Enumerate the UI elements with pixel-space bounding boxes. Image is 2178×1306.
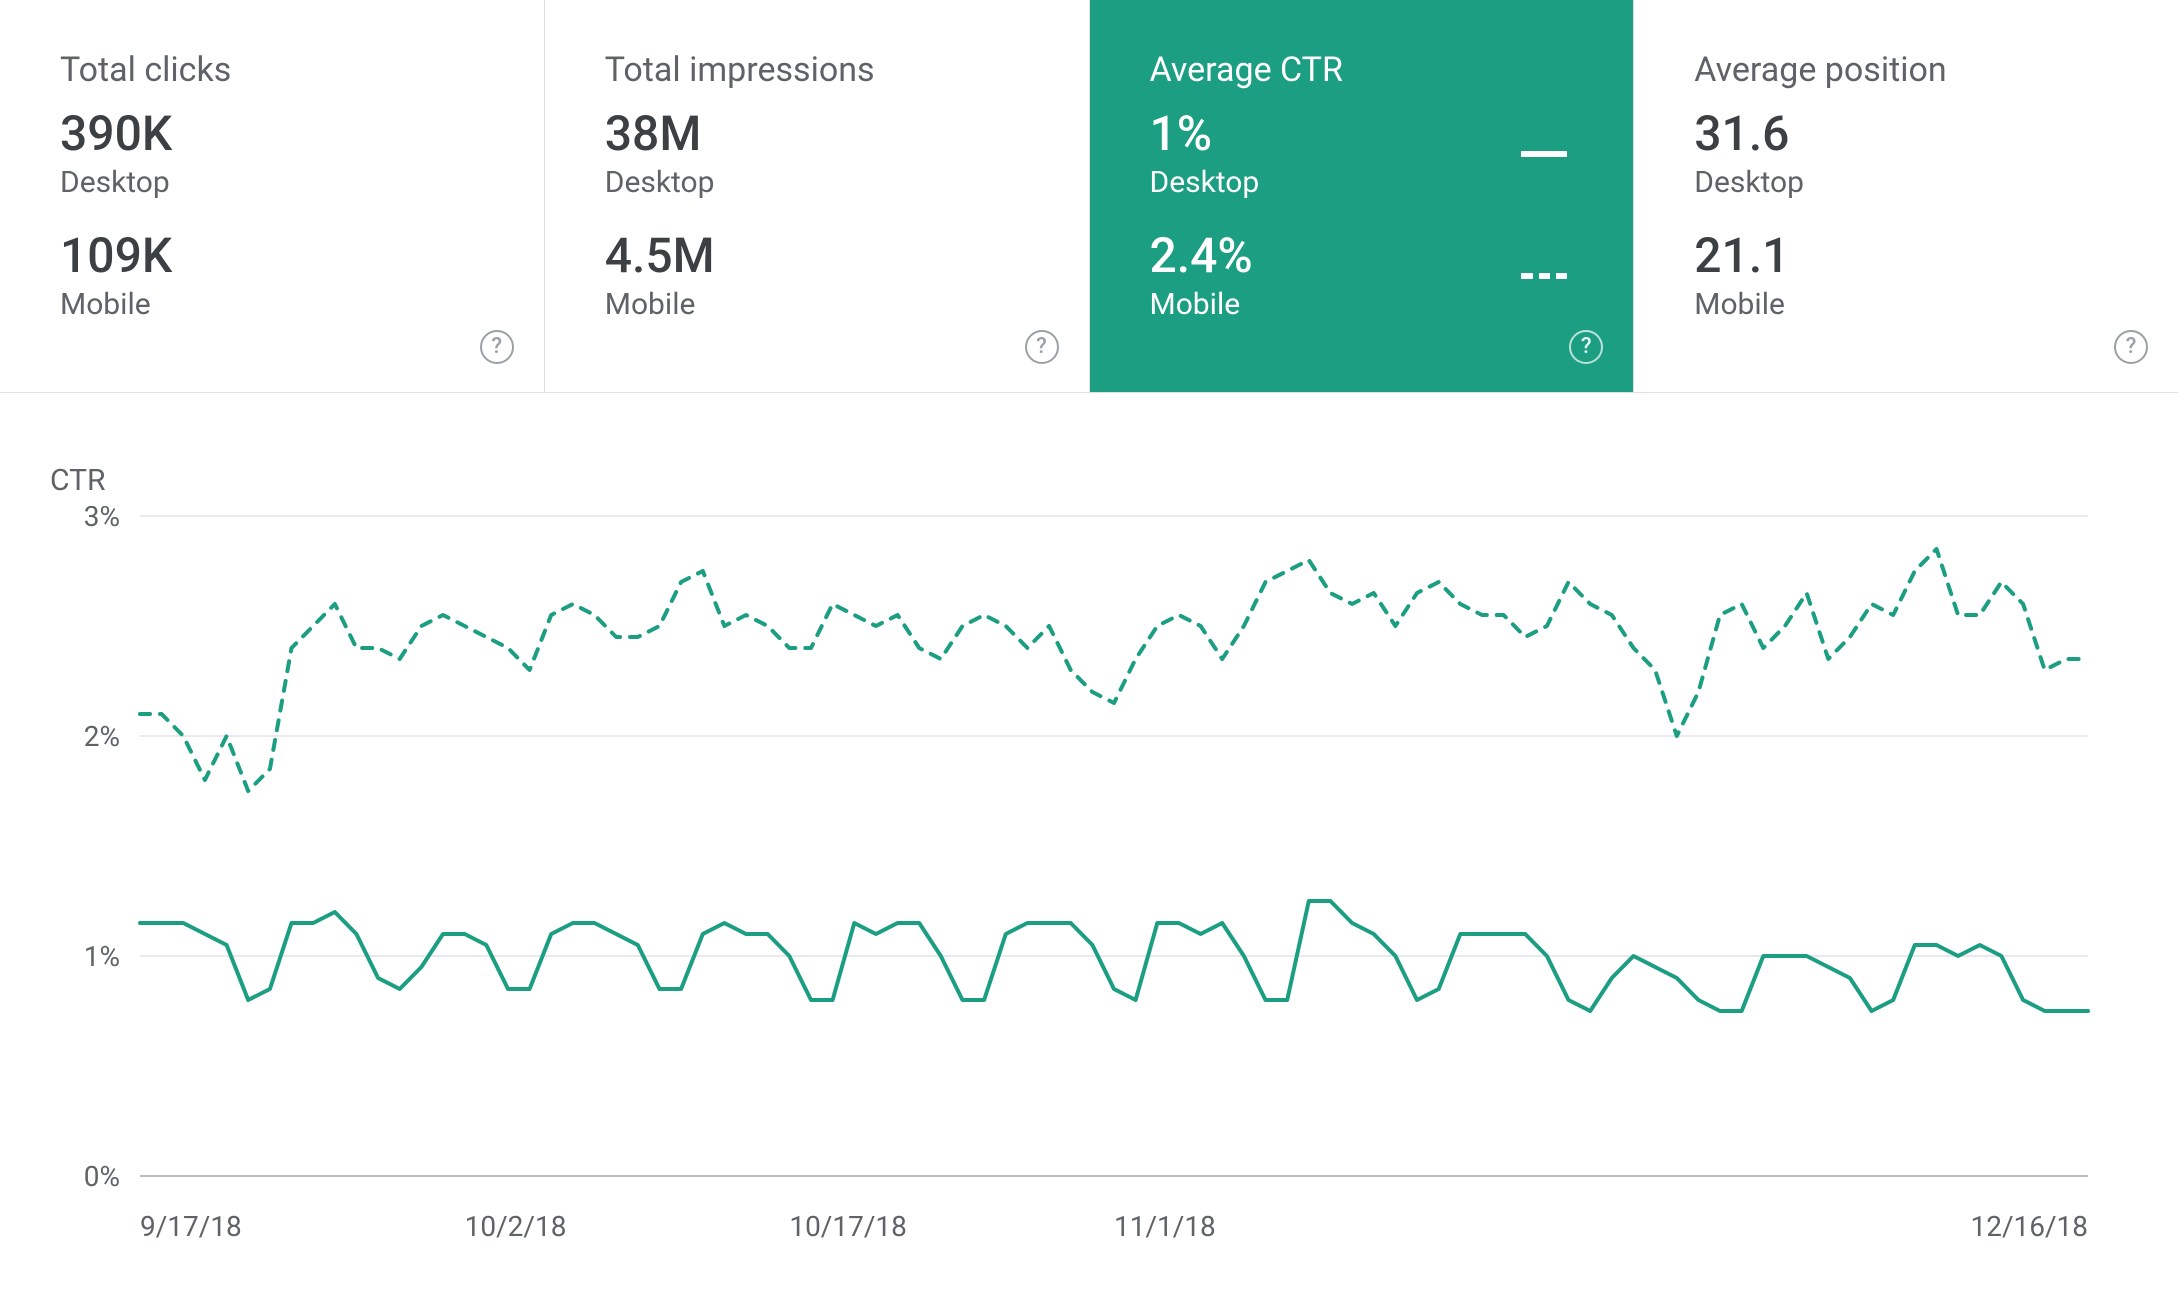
position-mobile-label: Mobile <box>1694 287 2118 322</box>
svg-text:9/17/18: 9/17/18 <box>140 1210 242 1243</box>
card-average-ctr[interactable]: Average CTR 1% Desktop 2.4% Mobile ? <box>1090 0 1635 392</box>
impressions-desktop-label: Desktop <box>605 165 1029 200</box>
metric-cards-row: Total clicks 390K Desktop 109K Mobile ? … <box>0 0 2178 393</box>
svg-text:0%: 0% <box>84 1160 120 1193</box>
card-title: Total clicks <box>60 50 484 90</box>
card-title: Average CTR <box>1150 50 1574 90</box>
legend-solid-icon <box>1521 151 1567 157</box>
svg-text:10/2/18: 10/2/18 <box>465 1210 567 1243</box>
ctr-mobile-value: 2.4% <box>1150 230 1253 283</box>
help-icon[interactable]: ? <box>1569 330 1603 364</box>
chart-area: CTR 3% 2% 1% 0% 9/17/18 10/2/18 10/17/18 11/1/1… <box>0 393 2178 1306</box>
card-average-position[interactable]: Average position 31.6 Desktop 21.1 Mobil… <box>1634 0 2178 392</box>
legend-dashed-icon <box>1521 273 1567 279</box>
card-total-impressions[interactable]: Total impressions 38M Desktop 4.5M Mobil… <box>545 0 1090 392</box>
svg-text:10/17/18: 10/17/18 <box>789 1210 907 1243</box>
clicks-mobile-label: Mobile <box>60 287 484 322</box>
impressions-mobile-value: 4.5M <box>605 230 1029 283</box>
svg-text:12/16/18: 12/16/18 <box>1970 1210 2088 1243</box>
ctr-desktop-label: Desktop <box>1150 165 1260 200</box>
clicks-desktop-label: Desktop <box>60 165 484 200</box>
ctr-mobile-label: Mobile <box>1150 287 1253 322</box>
position-desktop-label: Desktop <box>1694 165 2118 200</box>
clicks-desktop-value: 390K <box>60 108 484 161</box>
ctr-desktop-value: 1% <box>1150 108 1260 161</box>
svg-text:3%: 3% <box>84 506 120 533</box>
svg-text:1%: 1% <box>84 940 120 973</box>
help-icon[interactable]: ? <box>2114 330 2148 364</box>
svg-text:11/1/18: 11/1/18 <box>1114 1210 1216 1243</box>
position-mobile-value: 21.1 <box>1694 230 2118 283</box>
ctr-line-chart[interactable]: 3% 2% 1% 0% 9/17/18 10/2/18 10/17/18 11/1/18 12/… <box>40 506 2128 1266</box>
card-title: Total impressions <box>605 50 1029 90</box>
card-total-clicks[interactable]: Total clicks 390K Desktop 109K Mobile ? <box>0 0 545 392</box>
impressions-desktop-value: 38M <box>605 108 1029 161</box>
help-icon[interactable]: ? <box>480 330 514 364</box>
card-title: Average position <box>1694 50 2118 90</box>
help-icon[interactable]: ? <box>1025 330 1059 364</box>
position-desktop-value: 31.6 <box>1694 108 2118 161</box>
svg-text:2%: 2% <box>84 720 120 753</box>
impressions-mobile-label: Mobile <box>605 287 1029 322</box>
chart-y-title: CTR <box>50 463 2128 498</box>
clicks-mobile-value: 109K <box>60 230 484 283</box>
